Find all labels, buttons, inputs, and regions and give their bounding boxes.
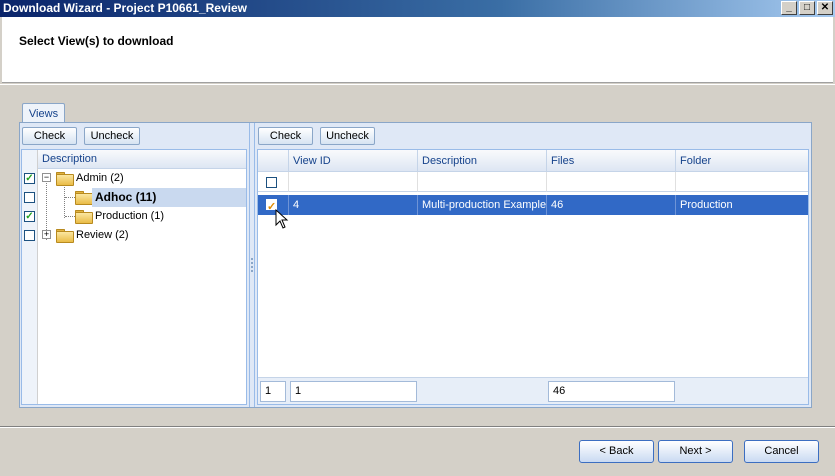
grid-header-files[interactable]: Files [547, 150, 676, 172]
admin-checkbox[interactable]: ✓ [24, 173, 35, 184]
filter-view-id[interactable] [289, 172, 418, 192]
cancel-button[interactable]: Cancel [744, 440, 819, 463]
page-title: Select View(s) to download [19, 34, 174, 48]
grid-check-button[interactable]: Check [258, 127, 313, 145]
minimize-icon[interactable]: _ [781, 1, 797, 15]
table-row[interactable]: 4 Multi-production Example 46 Production [258, 195, 808, 215]
summary-files: 46 [548, 381, 675, 402]
window-title-bar: Download Wizard - Project P10661_Review … [0, 0, 835, 17]
splitter-grip-icon[interactable] [251, 258, 253, 272]
tree-label-review: Review (2) [76, 229, 129, 241]
grid-summary-row: 1 1 46 [258, 377, 808, 404]
tab-views[interactable]: Views [22, 103, 65, 124]
folder-icon [56, 172, 74, 186]
filter-folder[interactable] [676, 172, 808, 192]
cell-folder: Production [680, 199, 733, 211]
maximize-icon[interactable]: □ [799, 1, 815, 15]
expand-icon[interactable]: + [42, 230, 51, 239]
tree-label-admin: Admin (2) [76, 172, 124, 184]
folder-icon [75, 210, 93, 224]
grid-header-folder[interactable]: Folder [676, 150, 808, 172]
back-button[interactable]: < Back [579, 440, 654, 463]
filter-checkbox-cell [258, 172, 289, 192]
tree-uncheck-button[interactable]: Uncheck [84, 127, 140, 145]
wizard-header: Select View(s) to download [2, 17, 833, 83]
filter-description[interactable] [418, 172, 547, 192]
window-title: Download Wizard - Project P10661_Review [3, 1, 247, 15]
cell-description: Multi-production Example [418, 195, 547, 215]
views-tree-grid: Description ✓ − Admin (2) Adhoc (11) ✓ P… [21, 149, 247, 405]
tree-row-admin[interactable]: ✓ − Admin (2) [22, 169, 246, 188]
pane-splitter[interactable] [249, 123, 255, 407]
adhoc-checkbox[interactable] [24, 192, 35, 203]
header-divider [0, 84, 835, 85]
production-checkbox[interactable]: ✓ [24, 211, 35, 222]
cell-files: 46 [547, 195, 676, 215]
footer-divider [0, 426, 835, 428]
summary-view-id: 1 [290, 381, 417, 402]
folder-icon [75, 191, 93, 205]
grid-header-description[interactable]: Description [418, 150, 547, 172]
grid-uncheck-button[interactable]: Uncheck [320, 127, 375, 145]
review-checkbox[interactable] [24, 230, 35, 241]
close-icon[interactable]: ✕ [817, 1, 833, 15]
collapse-icon[interactable]: − [42, 173, 51, 182]
select-all-checkbox[interactable] [266, 177, 277, 188]
tree-column-header[interactable]: Description [38, 150, 246, 169]
summary-row-count: 1 [260, 381, 286, 402]
tree-row-adhoc[interactable]: Adhoc (11) [22, 188, 246, 207]
filter-files[interactable] [547, 172, 676, 192]
grid-header-checkbox-col [258, 150, 289, 172]
tree-label-production: Production (1) [95, 210, 165, 222]
tree-row-production[interactable]: ✓ Production (1) [22, 207, 246, 226]
tree-label-adhoc: Adhoc (11) [95, 190, 157, 204]
grid-header-view-id[interactable]: View ID [289, 150, 418, 172]
next-button[interactable]: Next > [658, 440, 733, 463]
views-grid: View ID Description Files Folder 4 Multi… [257, 149, 809, 405]
tree-check-button[interactable]: Check [22, 127, 77, 145]
cell-view-id: 4 [289, 195, 418, 215]
folder-icon [56, 229, 74, 243]
tree-row-review[interactable]: + Review (2) [22, 226, 246, 245]
